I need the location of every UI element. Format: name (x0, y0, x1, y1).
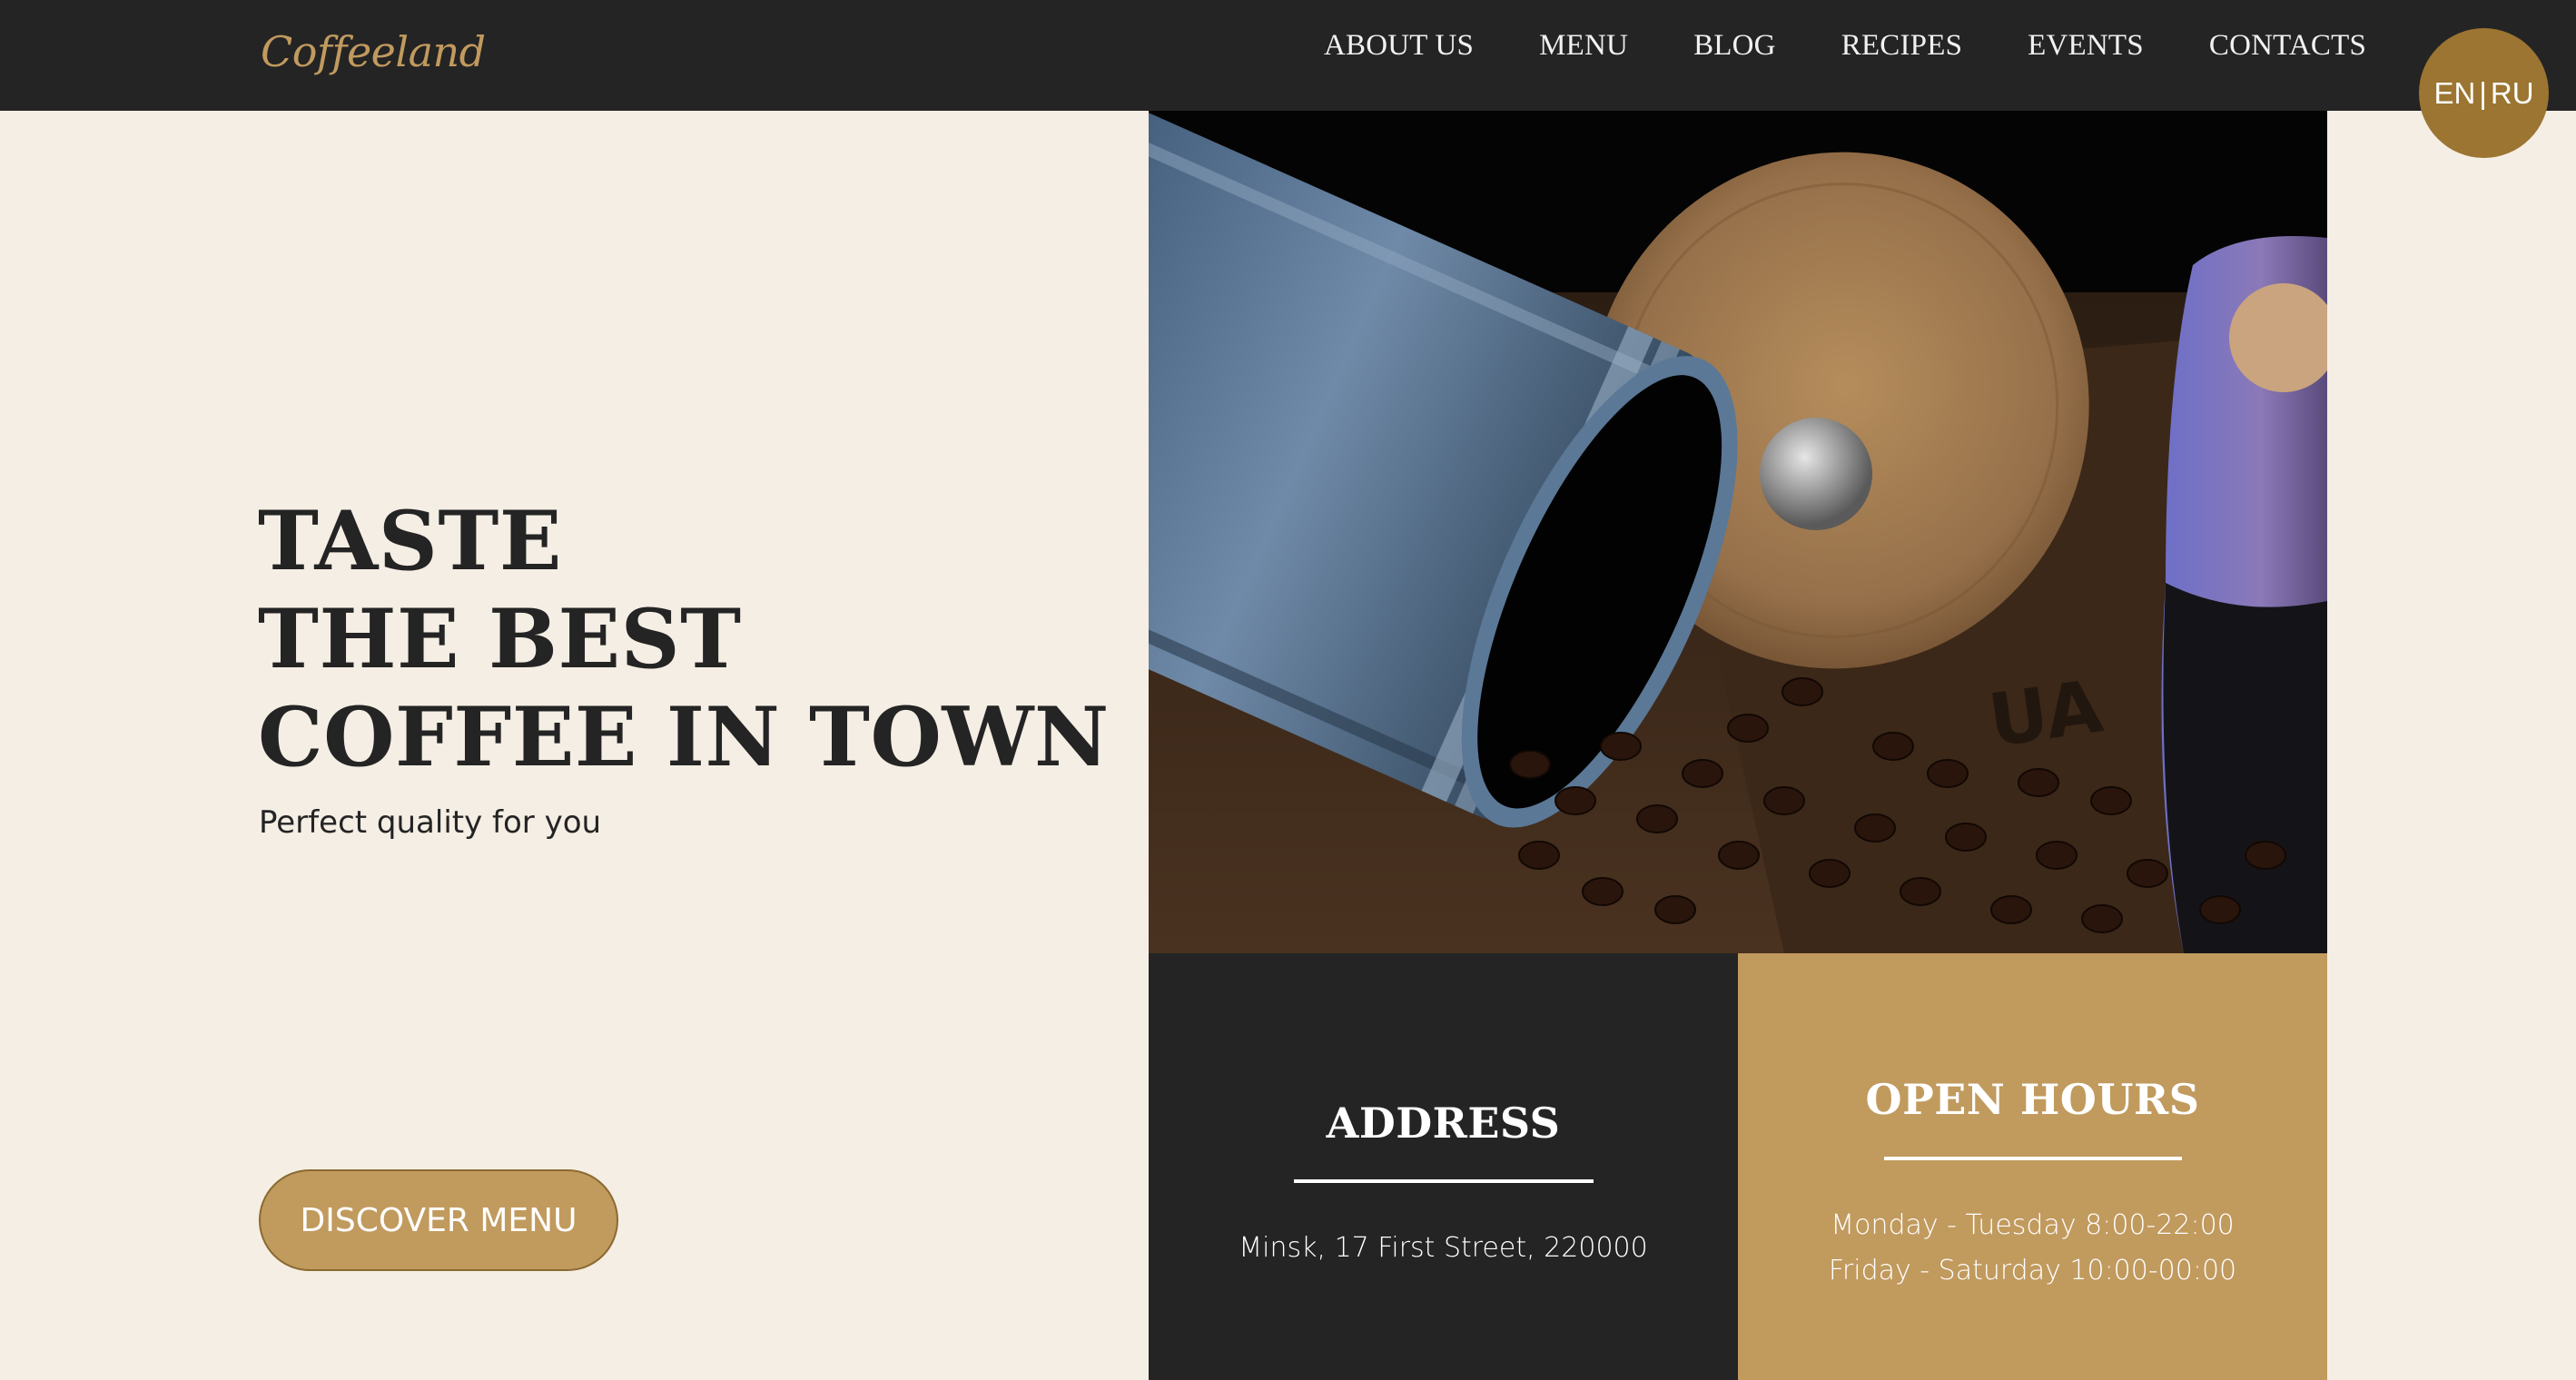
open-hours-line-1: Monday - Tuesday 8:00-22:00 (1831, 1209, 2235, 1241)
hero-title-line-3: COFFEE IN TOWN (258, 689, 1110, 785)
nav-blog[interactable]: BLOG (1693, 29, 1776, 63)
coffee-beans-image: UA (1149, 111, 2327, 953)
main-nav: ABOUT US MENU BLOG RECIPES EVENTS CONTAC… (1324, 29, 2366, 63)
hero-coffee-photo: UA (1149, 111, 2327, 953)
open-hours-line-2: Friday - Saturday 10:00-00:00 (1828, 1255, 2237, 1286)
discover-menu-button[interactable]: DISCOVER MENU (259, 1169, 618, 1271)
address-text: Minsk, 17 First Street, 220000 (1239, 1232, 1648, 1264)
hero-title-line-1: TASTE (258, 493, 562, 589)
hero-title: TASTE THE BEST COFFEE IN TOWN (258, 492, 1110, 786)
nav-about-us[interactable]: ABOUT US (1324, 29, 1474, 63)
lang-en[interactable]: EN (2433, 76, 2475, 111)
hero-title-line-2: THE BEST (258, 591, 742, 687)
lang-ru[interactable]: RU (2491, 76, 2534, 111)
address-title: ADDRESS (1326, 1099, 1561, 1148)
lang-separator: | (2479, 75, 2487, 110)
open-hours-divider (1884, 1157, 2182, 1160)
address-card: ADDRESS Minsk, 17 First Street, 220000 (1149, 953, 1738, 1380)
open-hours-title: OPEN HOURS (1865, 1075, 2200, 1124)
nav-contacts[interactable]: CONTACTS (2209, 29, 2366, 63)
nav-menu[interactable]: MENU (1539, 29, 1628, 63)
site-header: Coffeeland ABOUT US MENU BLOG RECIPES EV… (0, 0, 2576, 111)
address-divider (1294, 1179, 1594, 1183)
language-switcher[interactable]: EN | RU (2419, 28, 2549, 158)
nav-recipes[interactable]: RECIPES (1841, 29, 1962, 63)
svg-text:UA: UA (1984, 664, 2107, 763)
hero-subtitle: Perfect quality for you (259, 804, 602, 841)
nav-events[interactable]: EVENTS (2028, 29, 2144, 63)
hero-section: TASTE THE BEST COFFEE IN TOWN Perfect qu… (0, 111, 1149, 1380)
open-hours-card: OPEN HOURS Monday - Tuesday 8:00-22:00 F… (1738, 953, 2327, 1380)
site-logo[interactable]: Coffeeland (261, 27, 486, 76)
